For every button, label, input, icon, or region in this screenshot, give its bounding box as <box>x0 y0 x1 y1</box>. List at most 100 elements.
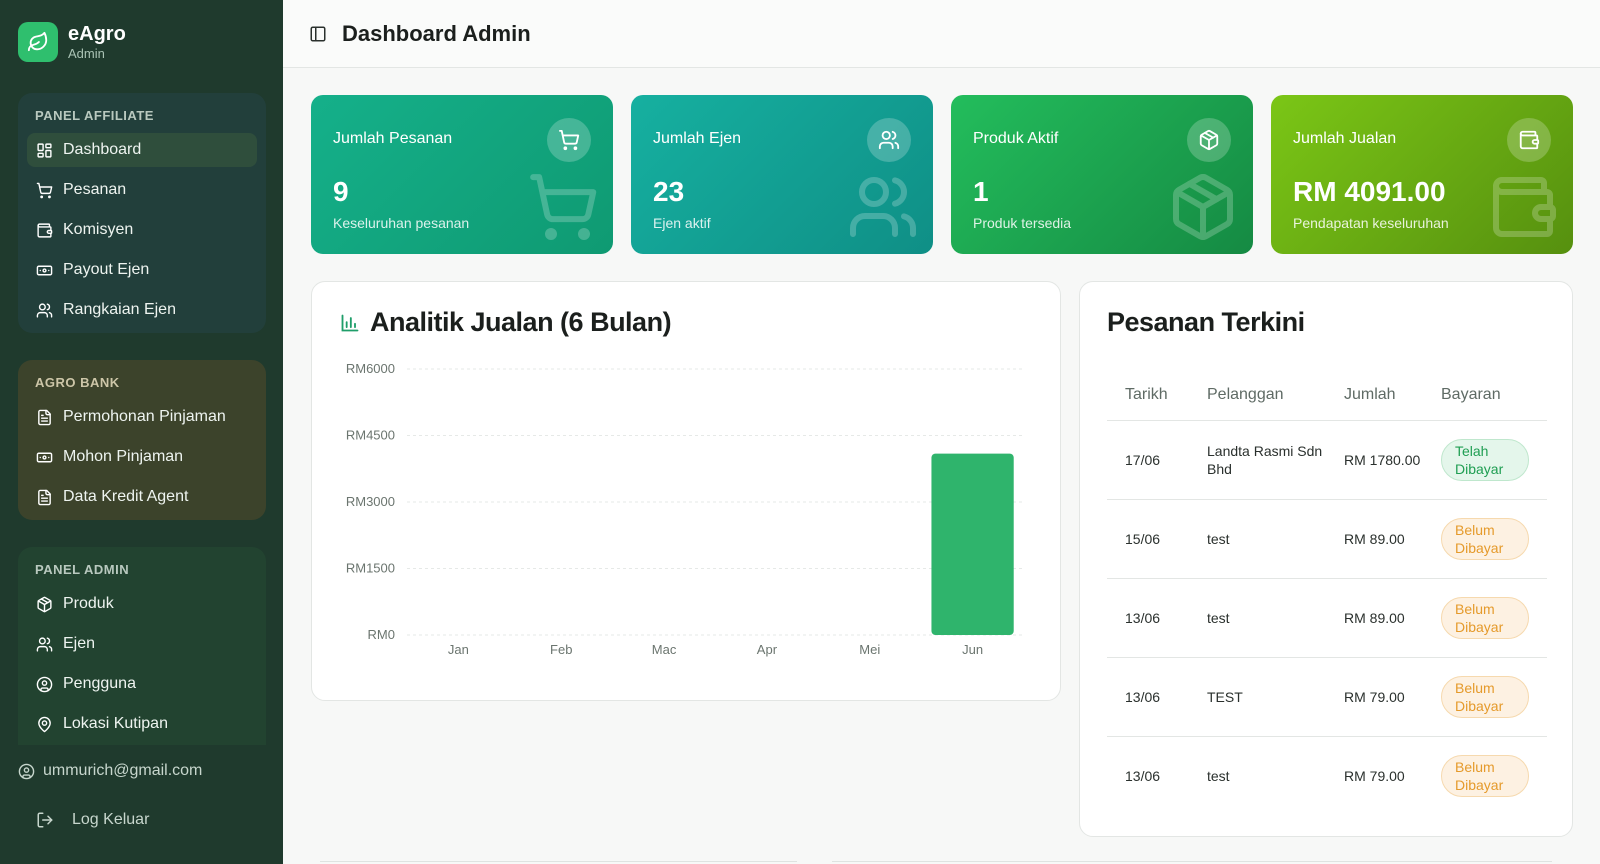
sidebar-item-permohonan-pinjaman[interactable]: Permohonan Pinjaman <box>27 400 257 434</box>
sidebar-item-ejen[interactable]: Ejen <box>27 627 257 661</box>
sidebar-item-label: Pengguna <box>63 675 136 692</box>
column-header-bayaran[interactable]: Bayaran <box>1423 370 1547 421</box>
order-date: 13/06 <box>1125 767 1161 784</box>
user-email-text: ummurich@gmail.com <box>43 762 203 779</box>
y-tick-label: RM6000 <box>346 361 395 376</box>
wallet-icon <box>1507 118 1551 162</box>
sidebar-item-label: Pesanan <box>63 181 127 198</box>
user-circle-icon <box>36 676 53 692</box>
table-row[interactable]: 15/06 test RM 89.00 Belum Dibayar <box>1107 499 1547 579</box>
wallet-icon <box>1493 177 1556 237</box>
page-title: Dashboard Admin <box>342 20 531 46</box>
sidebar-item-label: Ejen <box>63 635 96 652</box>
sidebar-item-komisyen[interactable]: Komisyen <box>27 213 257 247</box>
table-row[interactable]: 13/06 TEST RM 79.00 Belum Dibayar <box>1107 657 1547 737</box>
stat-label: Produk Aktif <box>973 130 1059 147</box>
logout-button[interactable]: Log Keluar <box>36 811 149 829</box>
divider <box>320 861 797 862</box>
sidebar-item-produk[interactable]: Produk <box>27 587 257 621</box>
stat-subtitle: Keseluruhan pesanan <box>333 215 470 231</box>
chart-bar-jun[interactable] <box>931 453 1014 635</box>
sidebar: eAgro Admin PANEL AFFILIATE Dashboard Pe… <box>0 0 283 864</box>
divider <box>832 861 1552 862</box>
x-tick-label: Apr <box>757 642 778 657</box>
order-customer: Landta Rasmi Sdn Bhd <box>1189 420 1326 500</box>
panel-admin-title: PANEL ADMIN <box>35 562 130 577</box>
sidebar-item-label: Data Kredit Agent <box>63 488 189 505</box>
sidebar-toggle-icon[interactable] <box>309 25 327 43</box>
logout-icon <box>37 812 53 828</box>
header: Dashboard Admin <box>283 0 1600 68</box>
sidebar-item-label: Permohonan Pinjaman <box>63 408 226 425</box>
banknote-icon <box>36 452 53 462</box>
y-tick-label: RM0 <box>368 627 395 642</box>
stat-value: 9 <box>333 176 349 207</box>
document-icon <box>38 489 51 505</box>
sidebar-item-label: Komisyen <box>63 221 134 238</box>
users-icon <box>850 177 916 237</box>
order-customer: test <box>1207 767 1230 784</box>
banknote-icon <box>36 265 53 275</box>
sidebar-item-lokasi-kutipan[interactable]: Lokasi Kutipan <box>27 707 257 741</box>
order-date: 15/06 <box>1107 499 1189 579</box>
column-header-tarikh[interactable]: Tarikh <box>1107 370 1189 421</box>
y-tick-label: RM1500 <box>346 561 395 576</box>
users-icon <box>867 118 911 162</box>
order-amount: RM 79.00 <box>1344 767 1405 784</box>
stat-label: Jumlah Jualan <box>1293 130 1397 147</box>
status-badge: Belum Dibayar <box>1441 675 1529 718</box>
map-pin-icon <box>38 716 51 732</box>
package-icon <box>1187 118 1231 162</box>
x-tick-label: Mei <box>859 642 880 657</box>
brand-name: eAgro <box>68 23 126 45</box>
cart-icon <box>547 118 591 162</box>
cart-icon <box>36 182 53 198</box>
recent-orders-panel: Pesanan Terkini Tarikh Pelanggan Jumlah … <box>1079 281 1573 837</box>
brand-subtitle: Admin <box>68 46 105 61</box>
y-tick-label: RM4500 <box>346 428 395 443</box>
table-row[interactable]: 17/06 Landta Rasmi Sdn Bhd RM 1780.00 Te… <box>1107 420 1547 500</box>
stat-value: 23 <box>653 176 685 207</box>
sidebar-item-pesanan[interactable]: Pesanan <box>27 173 257 207</box>
stat-card-produk-aktif: Produk Aktif 1 Produk tersedia <box>951 95 1253 254</box>
table-row[interactable]: 13/06 test RM 89.00 Belum Dibayar <box>1107 578 1547 658</box>
sidebar-item-data-kredit-agent[interactable]: Data Kredit Agent <box>27 480 257 514</box>
order-date: 13/06 <box>1107 657 1189 737</box>
order-amount: RM 1780.00 <box>1326 420 1423 500</box>
table-header-row: Tarikh Pelanggan Jumlah Bayaran <box>1107 370 1547 421</box>
order-customer: TEST <box>1189 657 1326 737</box>
stat-card-jumlah-pesanan: Jumlah Pesanan 9 Keseluruhan pesanan <box>311 95 613 254</box>
sidebar-item-rangkaian-ejen[interactable]: Rangkaian Ejen <box>27 293 257 327</box>
orders-table: Tarikh Pelanggan Jumlah Bayaran 17/06 La… <box>1107 370 1547 815</box>
package-icon <box>37 596 52 612</box>
users-icon <box>36 636 53 652</box>
column-header-pelanggan[interactable]: Pelanggan <box>1189 370 1326 421</box>
stat-card-jumlah-jualan: Jumlah Jualan RM 4091.00 Pendapatan kese… <box>1271 95 1573 254</box>
sidebar-item-label: Lokasi Kutipan <box>63 715 168 732</box>
panel-admin: PANEL ADMIN Produk Ejen Pengguna Lokasi … <box>18 547 266 745</box>
users-icon <box>36 302 53 318</box>
sidebar-item-payout-ejen[interactable]: Payout Ejen <box>27 253 257 287</box>
stat-value: 1 <box>973 176 989 207</box>
stat-label: Jumlah Pesanan <box>333 130 453 147</box>
order-date: 13/06 <box>1107 578 1189 658</box>
order-date: 17/06 <box>1107 420 1189 500</box>
brand[interactable]: eAgro Admin <box>18 22 126 62</box>
column-header-jumlah[interactable]: Jumlah <box>1326 370 1423 421</box>
package-icon <box>1173 174 1233 240</box>
order-amount: RM 89.00 <box>1326 578 1423 658</box>
sidebar-item-dashboard[interactable]: Dashboard <box>27 133 257 167</box>
sidebar-item-label: Dashboard <box>63 141 142 158</box>
leaf-icon <box>18 22 58 62</box>
order-amount: RM 89.00 <box>1326 499 1423 579</box>
sales-bar-chart: RM0 RM1500 RM3000 RM4500 RM6000 Jan Feb Mac Apr M… <box>346 361 1024 657</box>
sidebar-item-pengguna[interactable]: Pengguna <box>27 667 257 701</box>
wallet-icon <box>37 222 53 238</box>
y-tick-label: RM3000 <box>346 494 395 509</box>
status-badge: Telah Dibayar <box>1441 438 1529 481</box>
sidebar-item-mohon-pinjaman[interactable]: Mohon Pinjaman <box>27 440 257 474</box>
sidebar-item-label: Mohon Pinjaman <box>63 448 184 465</box>
table-row[interactable]: 13/06 test RM 79.00 Belum Dibayar <box>1107 736 1547 815</box>
order-customer: test <box>1189 578 1326 658</box>
order-customer: test <box>1189 499 1326 579</box>
